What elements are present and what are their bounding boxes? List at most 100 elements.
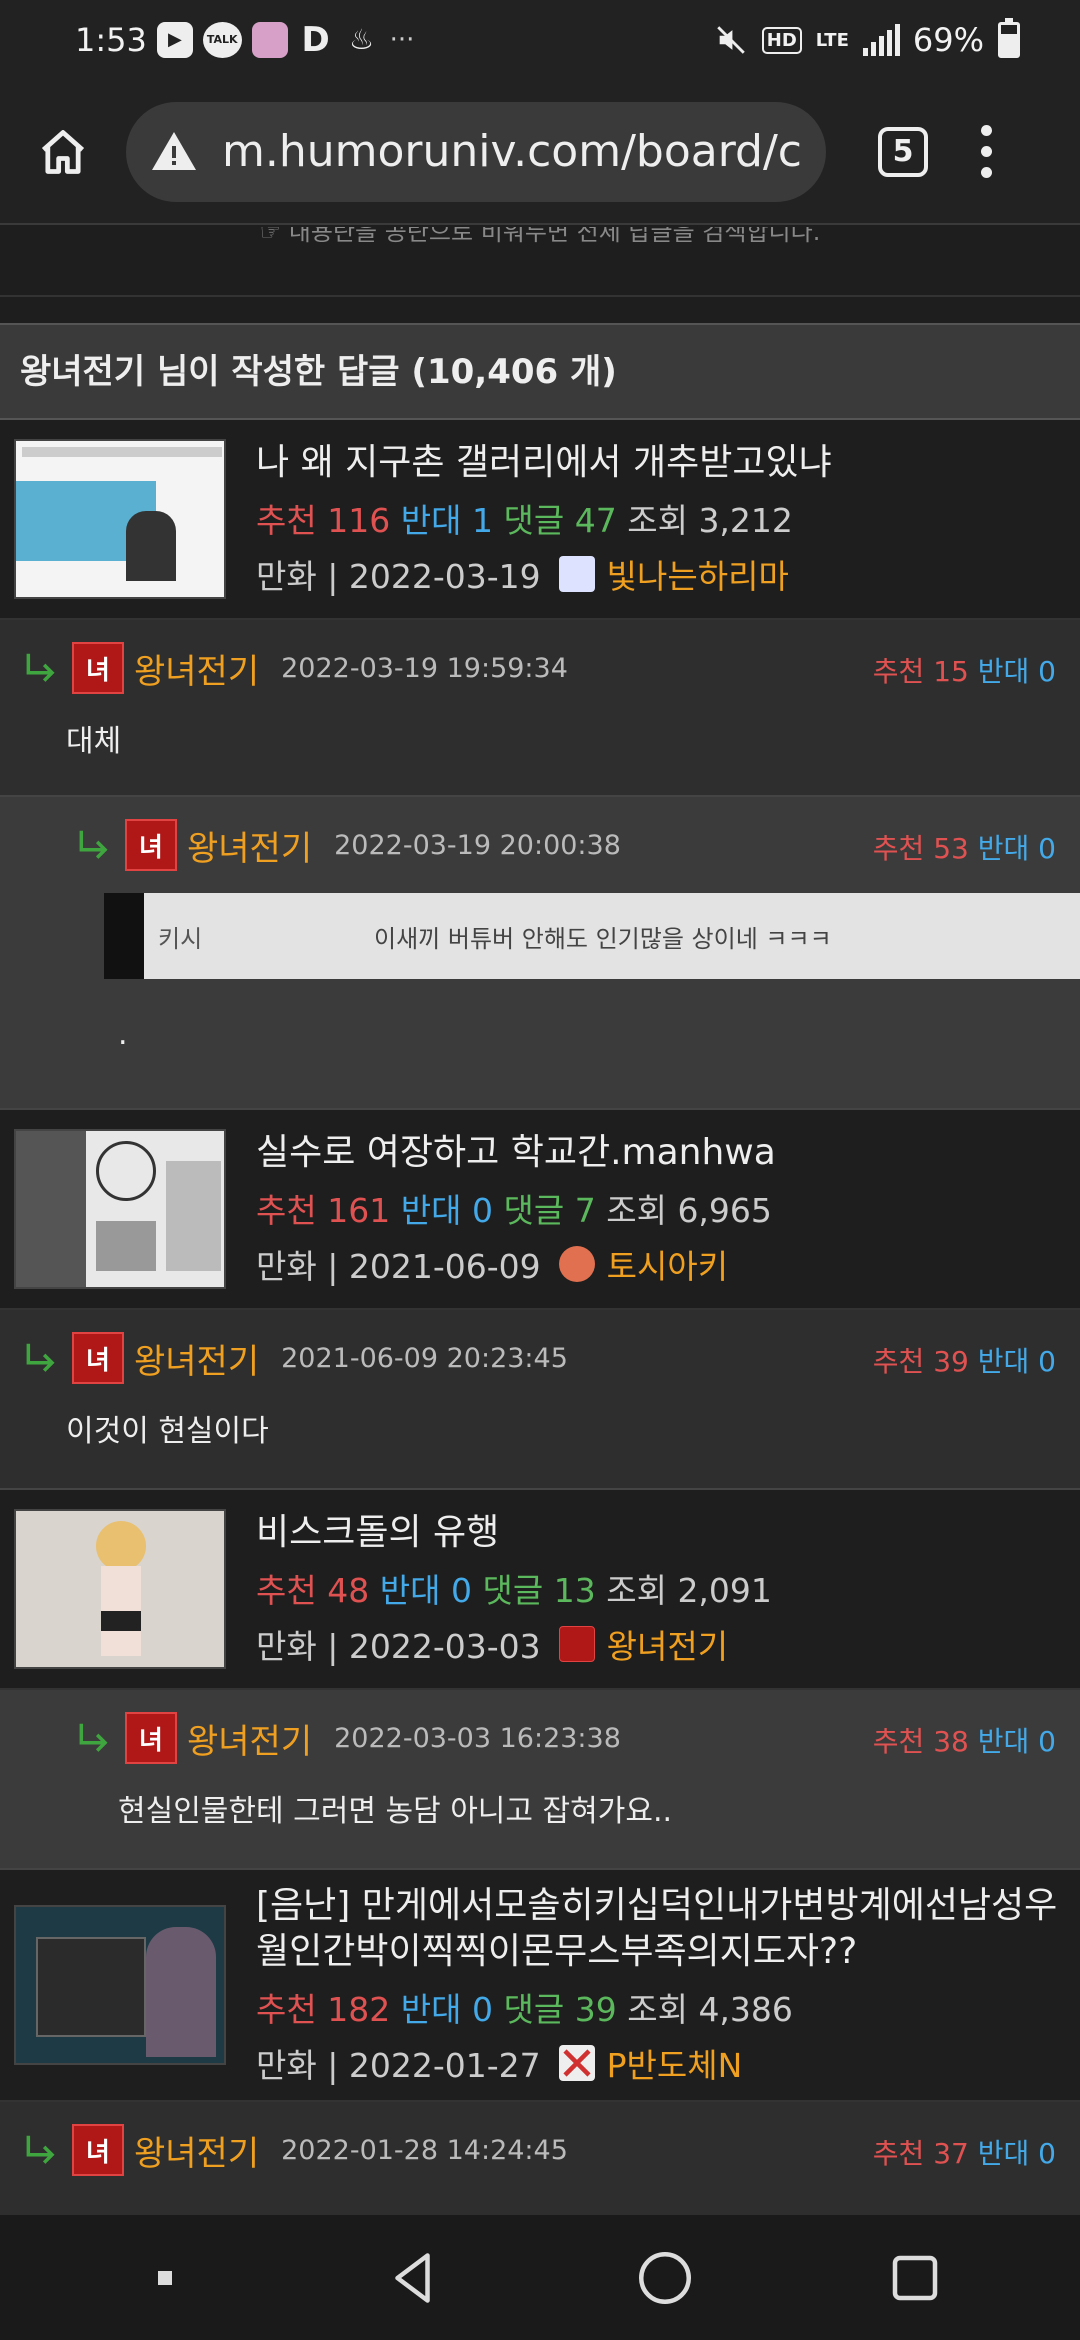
post-author[interactable]: 빛나는하리마	[558, 550, 789, 598]
view-label: 조회	[627, 1990, 688, 2029]
post-category: 만화	[256, 2046, 317, 2085]
author-name[interactable]: P반도체N	[607, 2039, 743, 2087]
post-author[interactable]: 왕녀전기	[558, 1620, 728, 1668]
comment-count: 47	[574, 501, 617, 540]
post-item[interactable]: 나 왜 지구촌 갤러리에서 개추받고있냐 추천 116 반대 1 댓글 47 조…	[0, 420, 1080, 620]
section-title: 왕녀전기 님이 작성한 답글 (10,406 개)	[0, 323, 1080, 420]
reply-date: 2022-03-19 19:59:34	[281, 652, 568, 684]
opp-label: 반대	[977, 832, 1030, 865]
post-title[interactable]: 나 왜 지구촌 갤러리에서 개추받고있냐	[256, 440, 832, 486]
post-stats: 추천 182 반대 0 댓글 39 조회 4,386	[256, 1983, 1057, 2031]
more-notifications-icon: ···	[389, 25, 415, 55]
post-thumbnail[interactable]	[14, 1509, 226, 1669]
post-info: 실수로 여장하고 학교간.manhwa 추천 161 반대 0 댓글 7 조회 …	[256, 1130, 776, 1288]
post-title-line[interactable]: 월인간박이찍찍이몬무스부족의지도자??	[256, 1929, 1057, 1975]
post-item[interactable]: 비스크돌의 유행 추천 48 반대 0 댓글 13 조회 2,091 만화 | …	[0, 1490, 1080, 1690]
browser-home-button[interactable]	[28, 117, 98, 187]
nav-dot-button[interactable]	[125, 2238, 205, 2318]
reply-arrow-icon	[79, 830, 108, 859]
avatar[interactable]: 녀	[72, 642, 124, 694]
post-thumbnail[interactable]	[14, 1129, 226, 1289]
reply-author[interactable]: 왕녀전기	[134, 1334, 259, 1383]
rec-label: 추천	[872, 1345, 925, 1378]
address-bar[interactable]: m.humoruniv.com/board/cor	[126, 101, 826, 202]
opp-label: 반대	[977, 2137, 1030, 2170]
opp-count: 0	[1038, 832, 1056, 865]
opp-label: 반대	[379, 1571, 441, 1610]
author-name[interactable]: 왕녀전기	[607, 1620, 728, 1668]
opp-label: 반대	[400, 1990, 462, 2029]
comment-label: 댓글	[482, 1571, 544, 1610]
reply-date: 2022-01-28 14:24:45	[281, 2134, 568, 2166]
opp-label: 반대	[977, 655, 1030, 688]
comment-count: 39	[574, 1990, 617, 2029]
url-text[interactable]: m.humoruniv.com/board/cor	[222, 126, 802, 177]
rec-label: 추천	[256, 1191, 317, 1230]
opp-label: 반대	[400, 1191, 462, 1230]
avatar[interactable]: 녀	[72, 1332, 124, 1384]
post-author[interactable]: 토시아키	[558, 1240, 728, 1288]
post-thumbnail[interactable]	[14, 439, 226, 599]
reply-author[interactable]: 왕녀전기	[187, 1714, 312, 1763]
post-category: 만화	[256, 557, 317, 596]
nav-dot-icon	[158, 2270, 172, 2285]
post-thumbnail[interactable]	[14, 1905, 226, 2065]
warning-icon[interactable]	[150, 128, 198, 176]
battery-percent: 69%	[912, 21, 984, 59]
author-avatar	[558, 1626, 595, 1662]
rec-count: 37	[933, 2137, 969, 2170]
comment-count: 7	[574, 1191, 596, 1230]
rec-count: 39	[933, 1345, 969, 1378]
more-vert-icon[interactable]	[976, 125, 996, 178]
opp-count: 0	[450, 1571, 472, 1610]
reply-image[interactable]: 키시 이새끼 버튜버 안해도 인기많을 상이네 ㅋㅋㅋ	[104, 893, 1080, 979]
rec-count: 38	[933, 1725, 969, 1758]
cooking-pot-icon: ♨	[349, 23, 375, 56]
nav-back-button[interactable]	[375, 2238, 455, 2318]
reply-date: 2022-03-03 16:23:38	[334, 1722, 621, 1754]
tabs-button[interactable]: 5	[878, 126, 928, 177]
post-info: [음난] 만게에서모솔히키십덕인내가변방계에선남성우 월인간박이찍찍이몬무스부족…	[256, 1883, 1057, 2087]
status-time: 1:53	[75, 21, 147, 59]
post-author[interactable]: P반도체N	[558, 2039, 743, 2087]
post-item[interactable]: [음난] 만게에서모솔히키십덕인내가변방계에선남성우 월인간박이찍찍이몬무스부족…	[0, 1870, 1080, 2102]
rec-count: 15	[933, 655, 969, 688]
author-name[interactable]: 빛나는하리마	[607, 550, 789, 598]
reply-author[interactable]: 왕녀전기	[134, 644, 259, 693]
reply-item: 녀 왕녀전기 2022-01-28 14:24:45 추천 37 반대 0	[0, 2102, 1080, 2215]
rec-label: 추천	[256, 1990, 317, 2029]
reply-date: 2021-06-09 20:23:45	[281, 1342, 568, 1374]
nav-home-button[interactable]	[625, 2238, 705, 2318]
reply-item: 녀 왕녀전기 2022-03-03 16:23:38 추천 38 반대 0 현실…	[0, 1690, 1080, 1870]
reply-votes: 추천 39 반대 0	[873, 1340, 1056, 1380]
nav-recents-button[interactable]	[875, 2238, 955, 2318]
post-date: 2022-01-27	[348, 2046, 541, 2085]
avatar[interactable]: 녀	[72, 2124, 124, 2176]
post-title[interactable]: [음난] 만게에서모솔히키십덕인내가변방계에선남성우 월인간박이찍찍이몬무스부족…	[256, 1883, 1057, 1975]
comment-label: 댓글	[503, 501, 565, 540]
comment-label: 댓글	[503, 1990, 565, 2029]
author-name[interactable]: 토시아키	[607, 1240, 728, 1288]
kakaotalk-icon: TALK	[202, 22, 242, 58]
avatar[interactable]: 녀	[125, 1712, 177, 1764]
view-count: 3,212	[698, 501, 793, 540]
back-icon	[395, 2252, 430, 2303]
avatar[interactable]: 녀	[125, 819, 177, 871]
reply-item: 녀 왕녀전기 2021-06-09 20:23:45 추천 39 반대 0 이것…	[0, 1310, 1080, 1490]
reply-author[interactable]: 왕녀전기	[187, 821, 312, 870]
meta-separator: |	[327, 557, 339, 596]
post-item[interactable]: 실수로 여장하고 학교간.manhwa 추천 161 반대 0 댓글 7 조회 …	[0, 1110, 1080, 1310]
post-title-line[interactable]: [음난] 만게에서모솔히키십덕인내가변방계에선남성우	[256, 1883, 1057, 1929]
post-title[interactable]: 실수로 여장하고 학교간.manhwa	[256, 1130, 776, 1176]
opp-count: 1	[471, 501, 493, 540]
meta-separator: |	[327, 1247, 339, 1286]
post-title[interactable]: 비스크돌의 유행	[256, 1510, 772, 1556]
meta-separator: |	[327, 1627, 339, 1666]
post-stats: 추천 161 반대 0 댓글 7 조회 6,965	[256, 1184, 776, 1232]
post-meta: 만화 | 2022-03-03 왕녀전기	[256, 1620, 772, 1668]
reply-text: 현실인물한테 그러면 농담 아니고 잡혀가요..	[118, 1794, 673, 1829]
reply-author[interactable]: 왕녀전기	[134, 2126, 259, 2175]
reply-text: .	[118, 1017, 128, 1052]
battery-icon	[998, 18, 1020, 58]
